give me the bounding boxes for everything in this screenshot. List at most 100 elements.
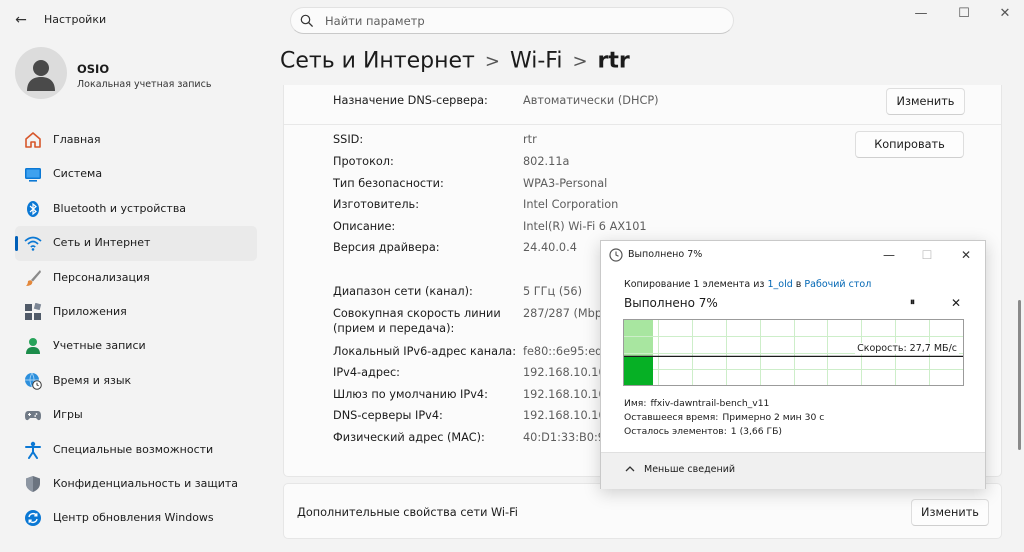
sidebar-item-label: Игры	[53, 408, 83, 422]
copy-progress-dialog: Выполнено 7% — ☐ ✕ Копирование 1 элемент…	[600, 240, 986, 489]
sidebar-item-gaming[interactable]: Игры	[15, 398, 257, 432]
copy-description-prefix: Копирование 1 элемента из	[624, 279, 768, 290]
sidebar-item-privacy[interactable]: Конфиденциальность и защита	[15, 467, 257, 501]
sidebar-item-label: Bluetooth и устройства	[53, 201, 187, 215]
sidebar-item-windows-update[interactable]: Центр обновления Windows	[15, 501, 257, 535]
sidebar-item-network[interactable]: Сеть и Интернет	[15, 226, 257, 261]
maximize-button[interactable]: ☐	[947, 5, 981, 23]
gamepad-icon	[25, 411, 41, 421]
items-remaining-value: 1 (3,66 ГБ)	[730, 426, 783, 437]
sidebar-item-label: Сеть и Интернет	[53, 236, 151, 250]
fewer-details-button[interactable]: Меньше сведений	[644, 464, 735, 475]
prop-label: Тип безопасности:	[333, 177, 444, 190]
sidebar-item-label: Специальные возможности	[53, 442, 214, 456]
speed-label: Скорость: 27,7 МБ/с	[855, 343, 959, 354]
person-icon	[26, 338, 40, 355]
dialog-footer: Меньше сведений	[601, 452, 985, 489]
sidebar-item-bluetooth[interactable]: Bluetooth и устройства	[15, 192, 257, 226]
file-name-row: Имя: ffxiv-dawntrail-bench_v11	[624, 398, 769, 409]
prop-label: IPv4-адрес:	[333, 366, 400, 379]
prop-value: 5 ГГц (56)	[523, 285, 583, 298]
back-button[interactable]: ←	[10, 10, 32, 30]
prop-label: Шлюз по умолчанию IPv4:	[333, 388, 488, 401]
items-remaining-label: Осталось элементов:	[624, 426, 727, 437]
dialog-close-button[interactable]: ✕	[953, 246, 979, 264]
dialog-minimize-button[interactable]: —	[876, 246, 902, 264]
prop-value: Intel(R) Wi-Fi 6 AX101	[523, 220, 647, 233]
sidebar-item-label: Центр обновления Windows	[53, 511, 214, 525]
globe-clock-icon	[25, 372, 42, 390]
prop-label: Описание:	[333, 220, 396, 233]
destination-folder-link[interactable]: Рабочий стол	[804, 279, 871, 290]
sidebar-item-label: Персонализация	[53, 270, 150, 284]
person-silhouette-icon	[27, 60, 55, 91]
copy-description-mid: в	[792, 279, 805, 290]
sidebar-item-apps[interactable]: Приложения	[15, 295, 257, 329]
clock-icon	[609, 248, 623, 262]
breadcrumb-network[interactable]: Сеть и Интернет	[280, 49, 475, 74]
items-remaining-row: Осталось элементов: 1 (3,66 ГБ)	[624, 426, 782, 437]
scrollbar[interactable]	[1018, 300, 1021, 450]
breadcrumb-wifi[interactable]: Wi-Fi	[510, 49, 563, 74]
prop-value: rtr	[523, 133, 537, 146]
advanced-edit-button[interactable]: Изменить	[911, 499, 989, 526]
file-name-value: ffxiv-dawntrail-bench_v11	[650, 398, 770, 409]
brush-icon	[26, 269, 41, 286]
bluetooth-icon	[27, 200, 39, 217]
chevron-up-icon	[625, 466, 635, 472]
home-icon	[25, 132, 41, 148]
system-icon	[25, 168, 41, 182]
transfer-speed-graph: Скорость: 27,7 МБ/с	[623, 319, 964, 386]
time-remaining-label: Оставшееся время:	[624, 412, 719, 423]
pause-button[interactable]: ⏸	[910, 297, 915, 308]
apps-icon	[25, 302, 42, 320]
sidebar-item-accounts[interactable]: Учетные записи	[15, 329, 257, 363]
prop-value: Intel Corporation	[523, 198, 619, 211]
cancel-copy-button[interactable]: ✕	[951, 296, 961, 310]
copy-description: Копирование 1 элемента из 1_old в Рабочи…	[624, 279, 871, 290]
copy-button[interactable]: Копировать	[855, 131, 964, 158]
minimize-button[interactable]: —	[904, 5, 938, 23]
sidebar-item-system[interactable]: Система	[15, 157, 257, 191]
close-button[interactable]: ✕	[988, 5, 1022, 23]
dialog-maximize-button: ☐	[921, 248, 933, 262]
prop-label: DNS-серверы IPv4:	[333, 409, 443, 422]
progress-heading: Выполнено 7%	[624, 296, 718, 310]
search-input[interactable]	[323, 12, 723, 30]
prop-label: Изготовитель:	[333, 198, 420, 211]
prop-label: Физический адрес (MAC):	[333, 431, 485, 444]
dialog-title: Выполнено 7%	[628, 249, 703, 260]
dialog-title-bar: Выполнено 7% — ☐ ✕	[601, 241, 985, 269]
account-type: Локальная учетная запись	[77, 79, 212, 90]
prop-value: 24.40.0.4	[523, 241, 577, 254]
time-remaining-row: Оставшееся время: Примерно 2 мин 30 с	[624, 412, 824, 423]
sidebar-item-time-language[interactable]: Время и язык	[15, 364, 257, 398]
wifi-icon	[24, 236, 42, 251]
prop-value: 802.11a	[523, 155, 570, 168]
sidebar-item-label: Конфиденциальность и защита	[53, 476, 238, 490]
sidebar-item-accessibility[interactable]: Специальные возможности	[15, 433, 257, 467]
avatar[interactable]	[15, 47, 67, 99]
prop-label: Совокупная скорость линии (прием и перед…	[333, 307, 501, 335]
sidebar-item-personalization[interactable]: Персонализация	[15, 261, 257, 295]
sidebar-item-label: Время и язык	[53, 373, 132, 387]
prop-label: Версия драйвера:	[333, 241, 440, 254]
source-folder-link[interactable]: 1_old	[768, 279, 793, 290]
advanced-properties-label: Дополнительные свойства сети Wi-Fi	[297, 506, 518, 519]
sidebar-item-home[interactable]: Главная	[15, 123, 257, 157]
update-icon	[25, 510, 41, 527]
prop-label: Локальный IPv6-адрес канала:	[333, 345, 517, 358]
prop-value: fe80::6e95:ed0	[523, 345, 610, 358]
breadcrumb-separator: >	[484, 50, 500, 72]
breadcrumb: Сеть и Интернет > Wi-Fi > rtr	[280, 48, 630, 74]
sidebar-item-label: Приложения	[53, 304, 127, 318]
accessibility-icon	[25, 441, 41, 459]
user-name: OSIO	[77, 62, 110, 76]
dns-edit-button[interactable]: Изменить	[886, 88, 965, 115]
time-remaining-value: Примерно 2 мин 30 с	[722, 412, 825, 423]
app-title: Настройки	[44, 13, 107, 26]
sidebar-item-label: Система	[53, 167, 103, 181]
breadcrumb-current: rtr	[597, 48, 630, 74]
speed-area	[624, 356, 653, 385]
search-box[interactable]	[290, 7, 734, 34]
